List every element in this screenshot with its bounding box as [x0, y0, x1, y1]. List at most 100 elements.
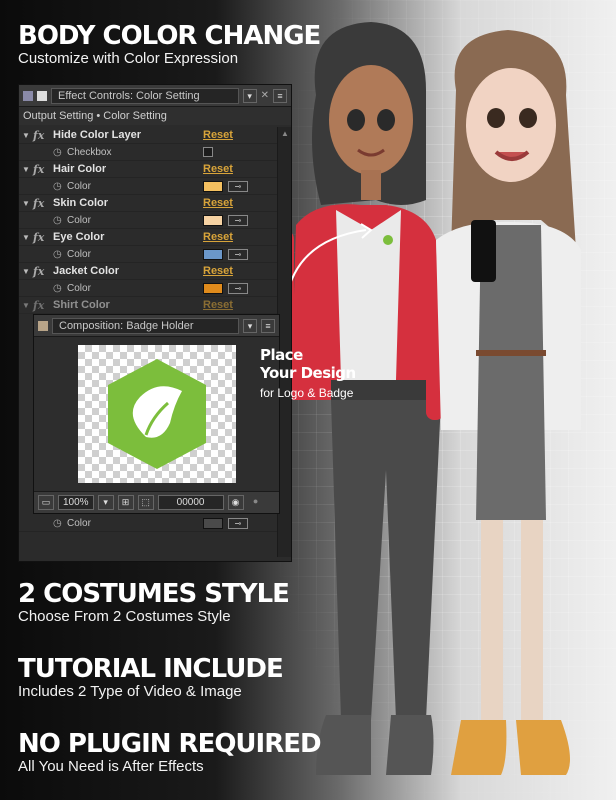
stopwatch-icon[interactable]: ◷: [53, 215, 67, 226]
comp-tab-bar: Composition: Badge Holder ▾ ≡: [34, 315, 279, 337]
panel-menu-icon[interactable]: ≡: [261, 318, 275, 333]
effect-row-shirt-color[interactable]: ▼ fx Shirt Color Reset: [19, 297, 277, 314]
timecode-field[interactable]: 00000: [157, 495, 224, 510]
effect-name: Jacket Color: [53, 265, 120, 277]
effect-name: Hair Color: [53, 163, 107, 175]
param-label: Color: [67, 248, 91, 260]
effect-param-row: ◷ Checkbox: [19, 144, 277, 161]
effect-param-row: ◷ Color ⊸: [19, 212, 277, 229]
comp-icon: [38, 320, 48, 331]
heading-title: NO PLUGIN REQUIRED: [18, 729, 322, 759]
reset-link[interactable]: Reset: [203, 129, 233, 141]
characters-illustration: [276, 22, 581, 775]
effect-param-row: ◷ Color ⊸: [19, 280, 277, 297]
effect-rows-bottom: ◷ Color ⊸: [19, 515, 277, 532]
heading-subtitle: Customize with Color Expression: [18, 50, 239, 67]
chevron-down-icon[interactable]: ▾: [243, 318, 257, 333]
heading-body-color: BODY COLOR CHANGE Customize with Color E…: [18, 21, 321, 68]
eyedropper-icon[interactable]: ⊸: [228, 517, 248, 529]
eyedropper-icon[interactable]: ⊸: [228, 282, 248, 294]
composition-toolbar: ▭ 100% ▾ ⊞ ⬚ 00000 ◉ ●: [34, 491, 279, 513]
effect-row-hide-color-layer[interactable]: ▼ fx Hide Color Layer Reset: [19, 127, 277, 144]
heading-subtitle: Includes 2 Type of Video & Image: [18, 683, 242, 700]
reset-link[interactable]: Reset: [203, 265, 233, 277]
param-label: Color: [67, 517, 91, 529]
expand-triangle-icon[interactable]: ▼: [19, 199, 33, 208]
lock-icon[interactable]: [37, 90, 47, 101]
region-icon[interactable]: ⬚: [137, 495, 154, 510]
effect-row-jacket-color[interactable]: ▼ fx Jacket Color Reset: [19, 263, 277, 280]
panel-tab-bar: Effect Controls: Color Setting ▾ ✕ ≡: [19, 85, 291, 107]
effect-name: Hide Color Layer: [53, 129, 142, 141]
expand-triangle-icon[interactable]: ▼: [19, 131, 33, 140]
fx-icon[interactable]: fx: [33, 129, 53, 142]
composition-panel: Composition: Badge Holder ▾ ≡ ▭ 100% ▾ ⊞…: [33, 314, 280, 514]
grid-icon[interactable]: ⊞: [117, 495, 134, 510]
heading-title: BODY COLOR CHANGE: [18, 21, 321, 51]
effect-name: Shirt Color: [53, 299, 110, 311]
effect-row-eye-color[interactable]: ▼ fx Eye Color Reset: [19, 229, 277, 246]
effect-row-skin-color[interactable]: ▼ fx Skin Color Reset: [19, 195, 277, 212]
heading-title: 2 COSTUMES STYLE: [18, 579, 290, 609]
effect-name: Skin Color: [53, 197, 109, 209]
scroll-up-icon[interactable]: ▲: [278, 127, 292, 141]
panel-menu-icon[interactable]: ≡: [273, 88, 287, 103]
param-label: Color: [67, 214, 91, 226]
heading-no-plugin: NO PLUGIN REQUIRED All You Need is After…: [18, 729, 322, 776]
badge-logo: [108, 359, 206, 469]
eyedropper-icon[interactable]: ⊸: [228, 214, 248, 226]
place-sub: for Logo & Badge: [260, 386, 354, 400]
reset-link[interactable]: Reset: [203, 299, 233, 311]
expand-triangle-icon[interactable]: ▼: [19, 233, 33, 242]
heading-title: TUTORIAL INCLUDE: [18, 654, 284, 684]
param-label: Color: [67, 282, 91, 294]
heading-tutorial: TUTORIAL INCLUDE Includes 2 Type of Vide…: [18, 654, 284, 701]
place-line1: Place: [260, 346, 303, 364]
expand-triangle-icon[interactable]: ▼: [19, 267, 33, 276]
composition-tab[interactable]: Composition: Badge Holder: [52, 317, 239, 334]
heading-costumes: 2 COSTUMES STYLE Choose From 2 Costumes …: [18, 579, 290, 626]
zoom-select[interactable]: 100%: [58, 495, 94, 510]
fx-icon[interactable]: fx: [33, 265, 53, 278]
hair-color-swatch[interactable]: [203, 180, 223, 192]
stopwatch-icon[interactable]: ◷: [53, 249, 67, 260]
user-icon[interactable]: ●: [248, 495, 264, 510]
eyedropper-icon[interactable]: ⊸: [228, 248, 248, 260]
stopwatch-icon[interactable]: ◷: [53, 283, 67, 294]
panel-icon: [23, 90, 33, 101]
fx-icon[interactable]: fx: [33, 197, 53, 210]
stopwatch-icon[interactable]: ◷: [53, 181, 67, 192]
chevron-down-icon[interactable]: ▾: [242, 88, 257, 103]
effect-row-hair-color[interactable]: ▼ fx Hair Color Reset: [19, 161, 277, 178]
effect-name: Eye Color: [53, 231, 105, 243]
hide-color-checkbox[interactable]: [203, 147, 213, 157]
reset-link[interactable]: Reset: [203, 231, 233, 243]
expand-triangle-icon[interactable]: ▼: [19, 165, 33, 174]
effect-controls-tab[interactable]: Effect Controls: Color Setting: [51, 87, 239, 104]
effect-param-row: ◷ Color ⊸: [19, 515, 277, 532]
camera-icon[interactable]: ◉: [227, 495, 244, 510]
place-design-callout: Place Your Design for Logo & Badge: [260, 346, 356, 400]
reset-link[interactable]: Reset: [203, 197, 233, 209]
expand-triangle-icon[interactable]: ▼: [19, 301, 33, 310]
skin-color-swatch[interactable]: [203, 214, 223, 226]
eye-color-swatch[interactable]: [203, 248, 223, 260]
place-line2: Your Design: [260, 364, 356, 382]
fx-icon[interactable]: fx: [33, 299, 53, 312]
fx-icon[interactable]: fx: [33, 231, 53, 244]
color-swatch[interactable]: [203, 517, 223, 529]
param-label: Color: [67, 180, 91, 192]
close-icon[interactable]: ✕: [261, 90, 269, 101]
breadcrumb: Output Setting • Color Setting: [19, 107, 291, 125]
jacket-color-swatch[interactable]: [203, 282, 223, 294]
stopwatch-icon[interactable]: ◷: [53, 518, 67, 529]
chevron-down-icon[interactable]: ▾: [97, 495, 114, 510]
composition-viewer[interactable]: [78, 345, 236, 483]
effect-param-row: ◷ Color ⊸: [19, 178, 277, 195]
stopwatch-icon[interactable]: ◷: [53, 147, 67, 158]
effect-rows: ▼ fx Hide Color Layer Reset ◷ Checkbox ▼…: [19, 127, 277, 314]
reset-link[interactable]: Reset: [203, 163, 233, 175]
always-preview-icon[interactable]: ▭: [38, 495, 54, 510]
eyedropper-icon[interactable]: ⊸: [228, 180, 248, 192]
fx-icon[interactable]: fx: [33, 163, 53, 176]
